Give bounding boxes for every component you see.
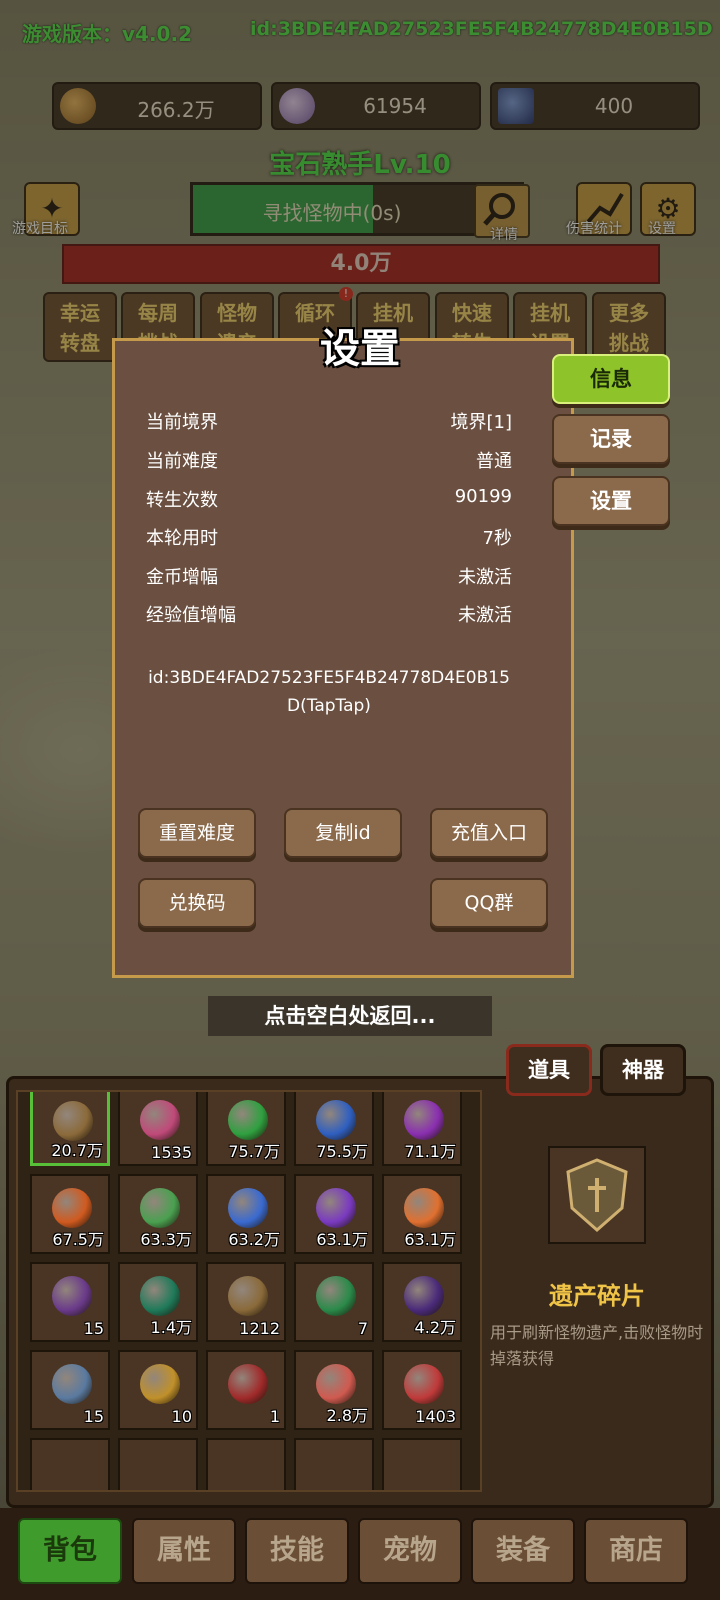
nav-skills[interactable]: 技能 [245,1518,349,1584]
item-icon [140,1276,180,1316]
recharge-button[interactable]: 充值入口 [430,808,548,858]
item-detail-description: 用于刷新怪物遗产,击败怪物时掉落获得 [490,1323,704,1368]
tab-artifacts[interactable]: 神器 [600,1044,686,1096]
info-row-round-time: 本轮用时 7秒 [146,528,512,549]
qq-group-button[interactable]: QQ群 [430,878,548,928]
inventory-slot[interactable]: 1535 [118,1092,198,1166]
info-row-gold-boost: 金币增幅 未激活 [146,567,512,588]
item-count: 7 [357,1319,368,1338]
item-count: 71.1万 [404,1142,456,1161]
item-count: 1 [269,1407,280,1426]
inventory-slot[interactable]: 71.1万 [382,1092,462,1166]
nav-shop[interactable]: 商店 [584,1518,688,1584]
item-icon [404,1188,444,1228]
item-icon [52,1364,92,1404]
item-icon [404,1100,444,1140]
copy-id-button[interactable]: 复制id [284,808,402,858]
reset-difficulty-button[interactable]: 重置难度 [138,808,256,858]
item-icon [140,1188,180,1228]
item-icon [404,1364,444,1404]
inventory-slot-partial[interactable] [382,1438,462,1490]
inventory-slot-partial[interactable] [294,1438,374,1490]
redeem-code-button[interactable]: 兑换码 [138,878,256,928]
item-count: 10 [171,1407,192,1426]
tab-records[interactable]: 记录 [552,414,670,464]
inventory-slot[interactable]: 63.1万 [382,1174,462,1254]
inventory-slot[interactable]: 2.8万 [294,1350,374,1430]
info-row-rebirth-count: 转生次数 90199 [146,486,512,511]
item-icon [53,1101,93,1141]
inventory-slot[interactable]: 67.5万 [30,1174,110,1254]
item-count: 2.8万 [326,1406,368,1425]
item-icon [404,1276,444,1316]
inventory-slot[interactable]: 1.4万 [118,1262,198,1342]
item-count: 1212 [239,1319,280,1338]
tap-to-return-hint: 点击空白处返回... [208,996,492,1036]
info-row-realm: 当前境界 境界[1] [146,412,512,433]
item-count: 63.2万 [228,1230,280,1249]
item-icon [140,1364,180,1404]
tab-settings[interactable]: 设置 [552,476,670,526]
item-count: 4.2万 [414,1318,456,1337]
item-icon [316,1188,356,1228]
inventory-slot[interactable]: 15 [30,1262,110,1342]
item-count: 75.7万 [228,1142,280,1161]
inventory-slot[interactable]: 63.3万 [118,1174,198,1254]
inventory-slot[interactable]: 75.7万 [206,1092,286,1166]
item-count: 63.1万 [404,1230,456,1249]
item-count: 20.7万 [51,1141,103,1160]
item-icon [316,1276,356,1316]
tab-items[interactable]: 道具 [506,1044,592,1096]
item-count: 1403 [415,1407,456,1426]
item-count: 1.4万 [150,1318,192,1337]
inventory-slot[interactable]: 7 [294,1262,374,1342]
dialog-player-id: id:3BDE4FAD27523FE5F4B24778D4E0B15D(TapT… [148,668,510,716]
item-icon [52,1276,92,1316]
item-icon [228,1276,268,1316]
inventory-slot[interactable]: 4.2万 [382,1262,462,1342]
nav-pets[interactable]: 宠物 [358,1518,462,1584]
item-count: 63.3万 [140,1230,192,1249]
item-count: 67.5万 [52,1230,104,1249]
info-row-difficulty: 当前难度 普通 [146,451,512,472]
inventory-slot[interactable]: 1212 [206,1262,286,1342]
item-icon [228,1100,268,1140]
inventory-slot[interactable]: 1403 [382,1350,462,1430]
item-icon [52,1188,92,1228]
inventory-slot-partial[interactable] [206,1438,286,1490]
nav-equipment[interactable]: 装备 [471,1518,575,1584]
inventory-slot[interactable]: 63.1万 [294,1174,374,1254]
item-count: 15 [83,1319,104,1338]
item-count: 63.1万 [316,1230,368,1249]
inventory-grid: 20.7万 1535 75.7万 75.5万 71.1万 67.5万 63.3万 63.2万 6… [16,1090,482,1492]
item-count: 15 [83,1407,104,1426]
item-icon [228,1188,268,1228]
info-row-exp-boost: 经验值增幅 未激活 [146,605,512,626]
inventory-slot[interactable]: 15 [30,1350,110,1430]
inventory-slot-partial[interactable] [30,1438,110,1490]
item-icon [228,1364,268,1404]
item-count: 1535 [151,1143,192,1162]
legacy-fragment-icon [548,1146,646,1244]
nav-attributes[interactable]: 属性 [132,1518,236,1584]
nav-bag[interactable]: 背包 [18,1518,122,1584]
item-detail-name: 遗产碎片 [549,1282,645,1310]
item-icon [316,1100,356,1140]
item-icon [140,1100,180,1140]
tab-info[interactable]: 信息 [552,354,670,404]
inventory-slot[interactable]: 1 [206,1350,286,1430]
inventory-slot[interactable]: 10 [118,1350,198,1430]
item-icon [316,1364,356,1404]
inventory-slot-partial[interactable] [118,1438,198,1490]
item-count: 75.5万 [316,1142,368,1161]
inventory-slot[interactable]: 75.5万 [294,1092,374,1166]
inventory-slot[interactable]: 63.2万 [206,1174,286,1254]
inventory-slot[interactable]: 20.7万 [30,1092,110,1166]
